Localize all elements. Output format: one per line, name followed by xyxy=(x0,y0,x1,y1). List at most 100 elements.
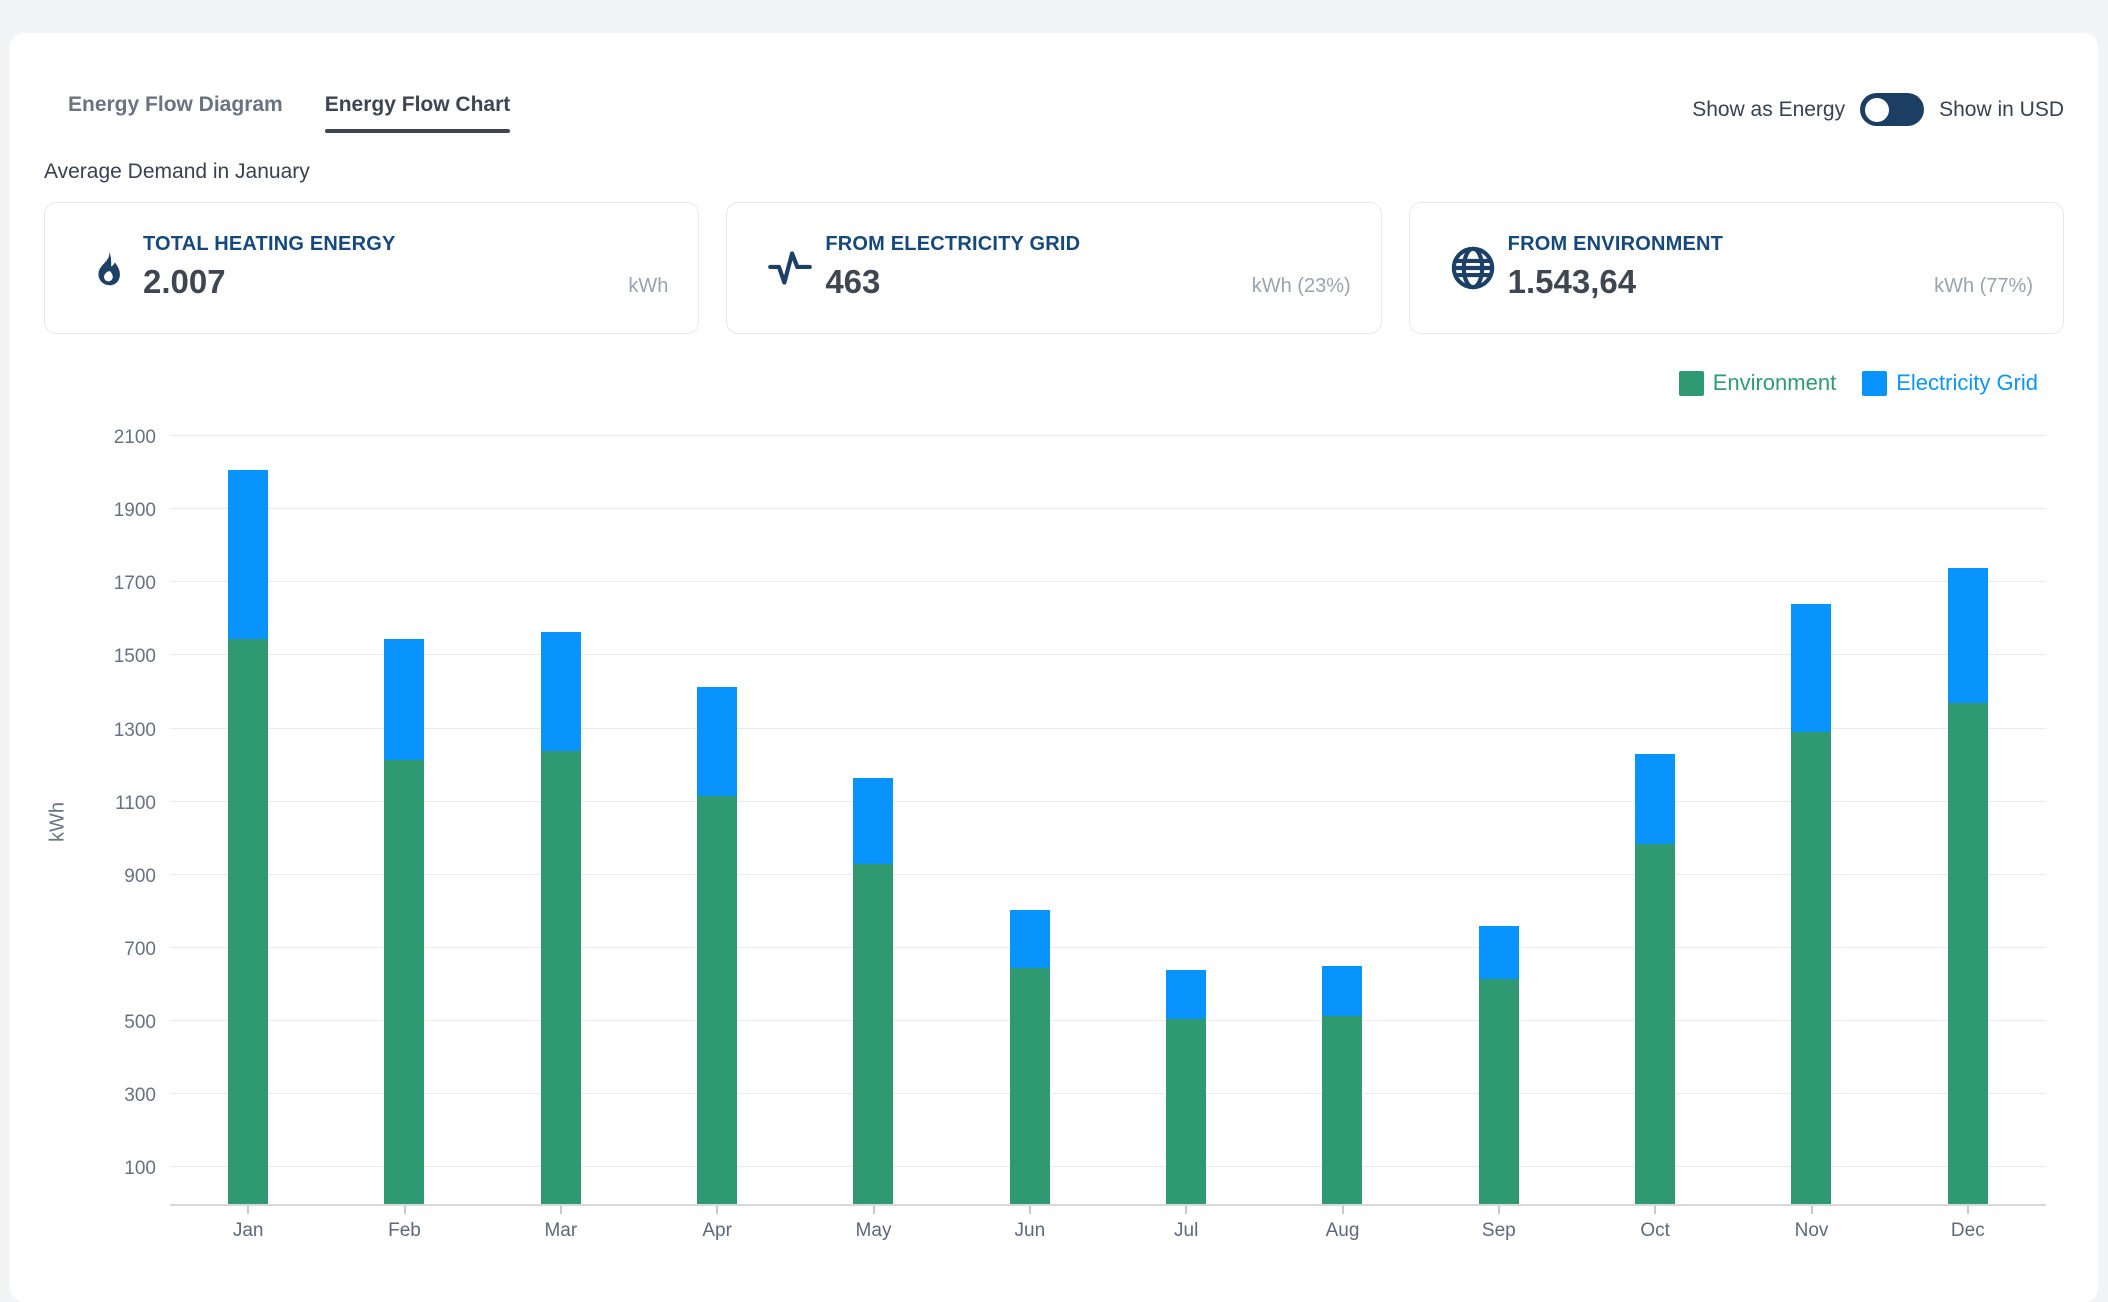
bar-slot-feb xyxy=(326,438,482,1204)
card-unit: kWh xyxy=(628,275,668,298)
bar-segment-environment xyxy=(1166,1019,1206,1204)
gridline-2100 xyxy=(170,435,2046,436)
x-axis-label-jun: Jun xyxy=(1015,1220,1046,1242)
x-tick-dec xyxy=(1967,1206,1969,1214)
tab-label: Energy Flow Diagram xyxy=(68,93,283,116)
bar-slot-oct xyxy=(1577,438,1733,1204)
stacked-bar-jan xyxy=(228,470,268,1204)
bar-segment-electricity-grid xyxy=(1791,604,1831,732)
card-title: TOTAL HEATING ENERGY xyxy=(143,233,396,256)
bar-slot-jul xyxy=(1108,438,1264,1204)
legend-swatch xyxy=(1862,371,1887,396)
card-title: FROM ELECTRICITY GRID xyxy=(825,233,1080,256)
main-panel: Energy Flow Diagram Energy Flow Chart Sh… xyxy=(10,33,2098,1302)
stacked-bar-sep xyxy=(1479,926,1519,1204)
tab-energy-flow-diagram[interactable]: Energy Flow Diagram xyxy=(68,93,283,133)
unit-toggle-group: Show as Energy Show in USD xyxy=(1692,93,2064,126)
y-tick-label-1700: 1700 xyxy=(44,573,156,595)
bar-segment-environment xyxy=(1635,844,1675,1204)
y-tick-label-700: 700 xyxy=(44,939,156,961)
x-tick-may xyxy=(873,1206,875,1214)
x-axis-label-may: May xyxy=(856,1220,892,1242)
bar-slot-apr xyxy=(639,438,795,1204)
stacked-bar-jul xyxy=(1166,970,1206,1204)
legend-label: Environment xyxy=(1713,370,1837,396)
y-tick-label-1100: 1100 xyxy=(44,793,156,815)
y-tick-label-900: 900 xyxy=(44,866,156,888)
x-axis-label-jul: Jul xyxy=(1174,1220,1198,1242)
x-tick-mar xyxy=(560,1206,562,1214)
bar-slot-sep xyxy=(1421,438,1577,1204)
card-from-environment: FROM ENVIRONMENT 1.543,64 kWh (77%) xyxy=(1409,202,2064,334)
bar-slot-mar xyxy=(483,438,639,1204)
energy-usd-toggle[interactable] xyxy=(1860,93,1924,126)
y-tick-label-1900: 1900 xyxy=(44,500,156,522)
active-tab-underline xyxy=(325,129,511,133)
stacked-bar-aug xyxy=(1322,966,1362,1204)
x-axis-label-aug: Aug xyxy=(1326,1220,1360,1242)
tab-label: Energy Flow Chart xyxy=(325,93,511,116)
bar-segment-environment xyxy=(384,760,424,1204)
tab-energy-flow-chart[interactable]: Energy Flow Chart xyxy=(325,93,511,133)
bar-slot-may xyxy=(795,438,951,1204)
bar-segment-environment xyxy=(697,796,737,1204)
globe-icon xyxy=(1448,240,1498,296)
x-axis-label-oct: Oct xyxy=(1640,1220,1670,1242)
bar-segment-environment xyxy=(1791,732,1831,1204)
toggle-label-energy: Show as Energy xyxy=(1692,98,1845,122)
legend-swatch xyxy=(1679,371,1704,396)
x-axis-label-dec: Dec xyxy=(1951,1220,1985,1242)
bar-segment-electricity-grid xyxy=(541,632,581,751)
chart-legend: Environment Electricity Grid xyxy=(1679,370,2038,396)
bar-segment-environment xyxy=(541,751,581,1204)
bar-segment-environment xyxy=(1948,703,1988,1204)
card-value: 463 xyxy=(825,263,880,301)
card-total-heating-energy: TOTAL HEATING ENERGY 2.007 kWh xyxy=(44,202,699,334)
x-tick-apr xyxy=(716,1206,718,1214)
card-unit: kWh (77%) xyxy=(1934,275,2033,298)
x-tick-nov xyxy=(1811,1206,1813,1214)
card-value: 2.007 xyxy=(143,263,226,301)
tab-bar: Energy Flow Diagram Energy Flow Chart xyxy=(68,93,510,133)
x-tick-jan xyxy=(247,1206,249,1214)
flame-icon xyxy=(83,240,133,296)
card-unit: kWh (23%) xyxy=(1252,275,1351,298)
y-tick-label-300: 300 xyxy=(44,1085,156,1107)
y-tick-label-1300: 1300 xyxy=(44,720,156,742)
bar-segment-environment xyxy=(1479,979,1519,1204)
bar-segment-electricity-grid xyxy=(1010,910,1050,969)
x-axis-label-feb: Feb xyxy=(388,1220,421,1242)
x-tick-feb xyxy=(404,1206,406,1214)
bar-segment-environment xyxy=(228,639,268,1204)
y-axis-tick-labels: 100300500700900110013001500170019002100 xyxy=(44,438,156,1206)
y-tick-label-2100: 2100 xyxy=(44,427,156,449)
x-axis-label-mar: Mar xyxy=(544,1220,577,1242)
toggle-knob xyxy=(1865,98,1889,122)
card-title: FROM ENVIRONMENT xyxy=(1508,233,1723,256)
bar-segment-environment xyxy=(853,864,893,1204)
activity-icon xyxy=(765,240,815,296)
section-heading: Average Demand in January xyxy=(44,160,310,184)
bar-segment-electricity-grid xyxy=(384,639,424,760)
stacked-bar-apr xyxy=(697,687,737,1204)
x-axis-label-sep: Sep xyxy=(1482,1220,1516,1242)
plot-area: JanFebMarAprMayJunJulAugSepOctNovDec xyxy=(170,438,2046,1206)
stacked-bar-feb xyxy=(384,639,424,1204)
stat-cards: TOTAL HEATING ENERGY 2.007 kWh FROM ELEC… xyxy=(44,202,2064,334)
bar-segment-environment xyxy=(1322,1016,1362,1204)
legend-item-electricity-grid[interactable]: Electricity Grid xyxy=(1862,370,2038,396)
legend-item-environment[interactable]: Environment xyxy=(1679,370,1837,396)
bar-segment-electricity-grid xyxy=(697,687,737,797)
stacked-bar-mar xyxy=(541,632,581,1204)
bar-segment-electricity-grid xyxy=(1166,970,1206,1019)
bar-slot-jan xyxy=(170,438,326,1204)
stacked-bar-jun xyxy=(1010,910,1050,1204)
x-tick-aug xyxy=(1342,1206,1344,1214)
stacked-bar-chart: kWh 100300500700900110013001500170019002… xyxy=(44,438,2074,1206)
stacked-bar-oct xyxy=(1635,754,1675,1204)
bar-slot-dec xyxy=(1890,438,2046,1204)
x-tick-jul xyxy=(1185,1206,1187,1214)
x-tick-sep xyxy=(1498,1206,1500,1214)
card-from-electricity-grid: FROM ELECTRICITY GRID 463 kWh (23%) xyxy=(726,202,1381,334)
bar-segment-environment xyxy=(1010,968,1050,1204)
